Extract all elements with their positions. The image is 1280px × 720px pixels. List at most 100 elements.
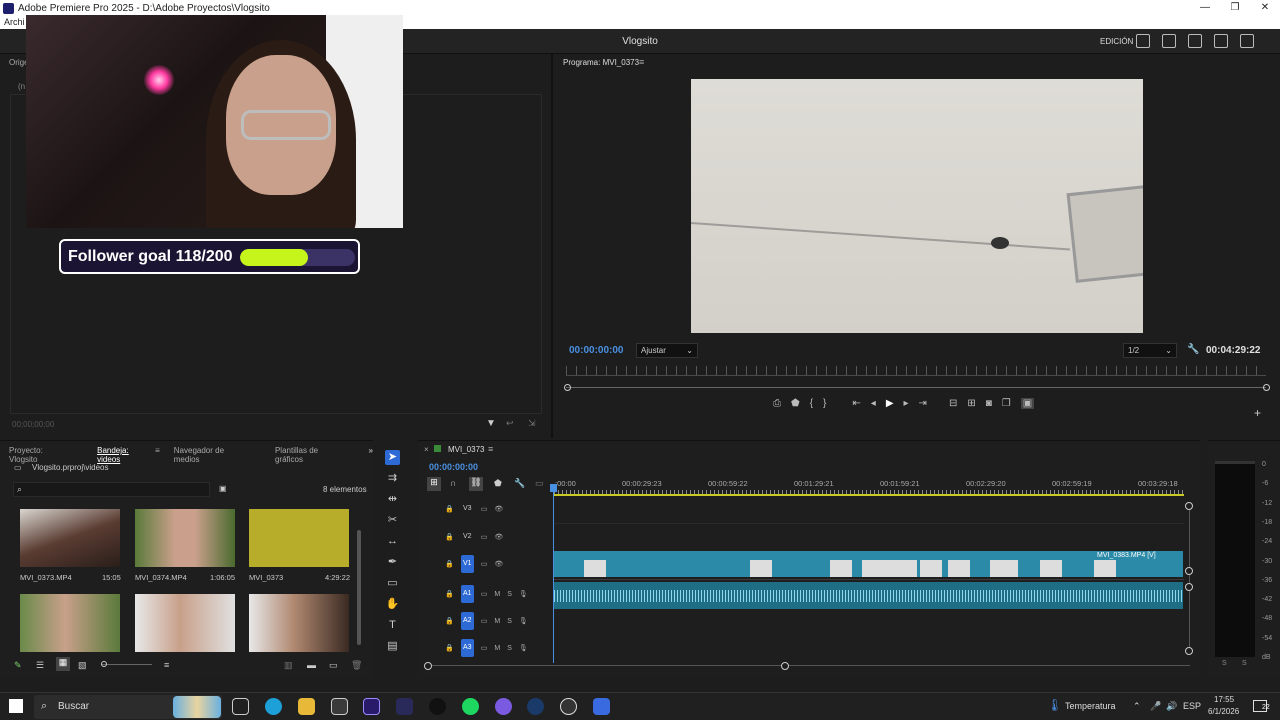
settings-wrench-icon[interactable]: 🔧 <box>514 478 525 489</box>
lock-icon[interactable]: 🔒 <box>445 644 454 652</box>
timeline-vertical-scrollbar[interactable] <box>1189 506 1190 652</box>
track-target[interactable]: V2 <box>461 528 474 546</box>
lock-icon[interactable]: 🔒 <box>445 560 454 568</box>
tab-navegador[interactable]: Navegador de medios <box>174 446 248 464</box>
lock-icon[interactable]: 🔒 <box>445 617 454 625</box>
wrench-icon[interactable]: 🔧 <box>1187 344 1199 355</box>
track-target[interactable]: A1 <box>460 585 474 603</box>
program-scrub-ruler[interactable] <box>566 366 1266 376</box>
fit-select[interactable]: Ajustar ⌄ <box>636 343 698 358</box>
timeline-timecode[interactable]: 00:00:00:00 <box>429 462 478 472</box>
premiere-icon[interactable] <box>363 698 380 715</box>
go-to-in-icon[interactable]: ⇤ <box>852 398 860 409</box>
mic-icon[interactable]: 🎙 <box>519 590 528 598</box>
lock-icon[interactable]: 🔒 <box>445 505 454 513</box>
minimize-button[interactable]: — <box>1190 0 1220 16</box>
camera-icon[interactable]: ◙ <box>986 398 992 409</box>
add-button-icon[interactable]: + <box>1254 406 1261 420</box>
sync-lock-icon[interactable]: ▭ <box>481 560 488 568</box>
playhead-handle[interactable] <box>550 484 557 492</box>
windows-start-icon[interactable] <box>9 699 23 713</box>
sync-lock-icon[interactable]: ▭ <box>481 590 488 598</box>
project-scrollbar[interactable] <box>357 530 361 645</box>
more-tabs-icon[interactable]: » <box>369 446 373 464</box>
track-target[interactable]: V1 <box>460 555 474 573</box>
task-view-icon[interactable] <box>232 698 249 715</box>
mute-button[interactable]: M <box>494 645 500 652</box>
rectangle-icon[interactable]: ▭ <box>385 576 400 591</box>
lift-icon[interactable]: ⎙ <box>773 398 781 409</box>
sync-lock-icon[interactable]: ▭ <box>481 533 488 541</box>
scroll-handle-right[interactable] <box>781 662 789 670</box>
clip-name[interactable]: MVI_0373 <box>249 573 283 582</box>
work-area-bar[interactable] <box>554 494 1184 496</box>
insert-clip-icon[interactable]: ⊟ <box>949 398 957 409</box>
filter-icon[interactable]: ▼ <box>486 418 496 429</box>
clock-time[interactable]: 17:55 <box>1214 695 1234 704</box>
pencil-icon[interactable]: ✎ <box>14 660 22 671</box>
vscroll-handle-bottom[interactable] <box>1185 647 1193 655</box>
search-input[interactable]: ⌕ <box>13 482 210 497</box>
thermometer-icon[interactable]: 🌡 <box>1047 698 1062 712</box>
spotify-icon[interactable] <box>462 698 479 715</box>
freeform-view-icon[interactable]: ▧ <box>78 660 87 671</box>
clip-name[interactable]: MVI_0373.MP4 <box>20 573 72 582</box>
captions-icon[interactable]: ▭ <box>535 478 544 489</box>
solo-left-button[interactable]: S <box>1222 660 1227 667</box>
weather-label[interactable]: Temperatura <box>1065 701 1116 711</box>
razor-icon[interactable]: ✂ <box>385 513 400 528</box>
program-zoom-bar[interactable] <box>566 387 1266 388</box>
zoom-handle-left[interactable] <box>564 384 571 391</box>
clock-date[interactable]: 6/1/2026 <box>1208 707 1239 716</box>
caption-icon[interactable]: ▤ <box>385 639 400 654</box>
multicam-icon[interactable]: ▣ <box>1020 398 1035 409</box>
clip-thumbnail[interactable] <box>135 509 235 567</box>
mic-icon[interactable]: 🎙 <box>519 644 528 652</box>
vscroll-handle-top[interactable] <box>1185 502 1193 510</box>
export-icon[interactable] <box>1162 34 1176 48</box>
zoom-slider-handle[interactable] <box>101 661 107 667</box>
step-forward-icon[interactable]: ▸ <box>904 398 909 409</box>
lock-icon[interactable]: 🔒 <box>445 590 454 598</box>
close-tab-icon[interactable]: × <box>424 445 429 454</box>
discord-icon[interactable] <box>495 698 512 715</box>
scroll-handle-left[interactable] <box>424 662 432 670</box>
volume-icon[interactable]: 🔊 <box>1166 701 1177 712</box>
sync-lock-icon[interactable]: ▭ <box>481 617 488 625</box>
mute-button[interactable]: M <box>494 618 500 625</box>
sync-lock-icon[interactable]: ▭ <box>481 644 488 652</box>
trash-icon[interactable]: 🗑 <box>351 660 362 671</box>
panel-icon[interactable] <box>1136 34 1150 48</box>
file-explorer-icon[interactable] <box>298 698 315 715</box>
panel-menu-icon[interactable]: ≡ <box>639 57 644 67</box>
tab-menu-icon[interactable]: ≡ <box>155 446 160 464</box>
ripple-edit-icon[interactable]: ⇹ <box>385 492 400 507</box>
slip-icon[interactable]: ↔ <box>385 534 400 549</box>
microphone-icon[interactable]: 🎤 <box>1150 701 1161 712</box>
tab-bandeja[interactable]: Bandeja: videos <box>97 446 151 464</box>
workspaces-icon[interactable] <box>1188 34 1202 48</box>
program-timecode-in[interactable]: 00:00:00:00 <box>569 345 623 356</box>
play-icon[interactable]: ▶ <box>886 398 894 409</box>
compare-icon[interactable]: ❐ <box>1002 398 1011 409</box>
clip-thumbnail[interactable] <box>249 594 349 652</box>
sequence-thumbnail[interactable] <box>249 509 349 567</box>
program-panel-label[interactable]: Programa: MVI_0373 <box>563 58 639 67</box>
audition-icon[interactable] <box>396 698 413 715</box>
clip-thumbnail[interactable] <box>20 594 120 652</box>
icon-view-icon[interactable]: ▦ <box>56 657 70 671</box>
maximize-button[interactable]: ❐ <box>1220 0 1250 16</box>
timeline-horizontal-scrollbar[interactable] <box>428 665 1190 666</box>
tab-menu-icon[interactable]: ≡ <box>488 444 493 454</box>
mic-icon[interactable]: 🎙 <box>519 617 528 625</box>
mark-out-icon[interactable]: } <box>823 398 826 409</box>
store-icon[interactable] <box>331 698 348 715</box>
tab-plantillas[interactable]: Plantillas de gráficos <box>275 446 345 464</box>
new-item-icon[interactable]: ▭ <box>329 660 338 671</box>
track-target[interactable]: A2 <box>460 612 474 630</box>
mark-in-icon[interactable]: { <box>810 398 813 409</box>
app-icon[interactable] <box>593 698 610 715</box>
list-view-icon[interactable]: ☰ <box>36 660 44 671</box>
overwrite-icon[interactable]: ⊞ <box>967 398 975 409</box>
track-select-icon[interactable]: ⇉ <box>385 471 400 486</box>
